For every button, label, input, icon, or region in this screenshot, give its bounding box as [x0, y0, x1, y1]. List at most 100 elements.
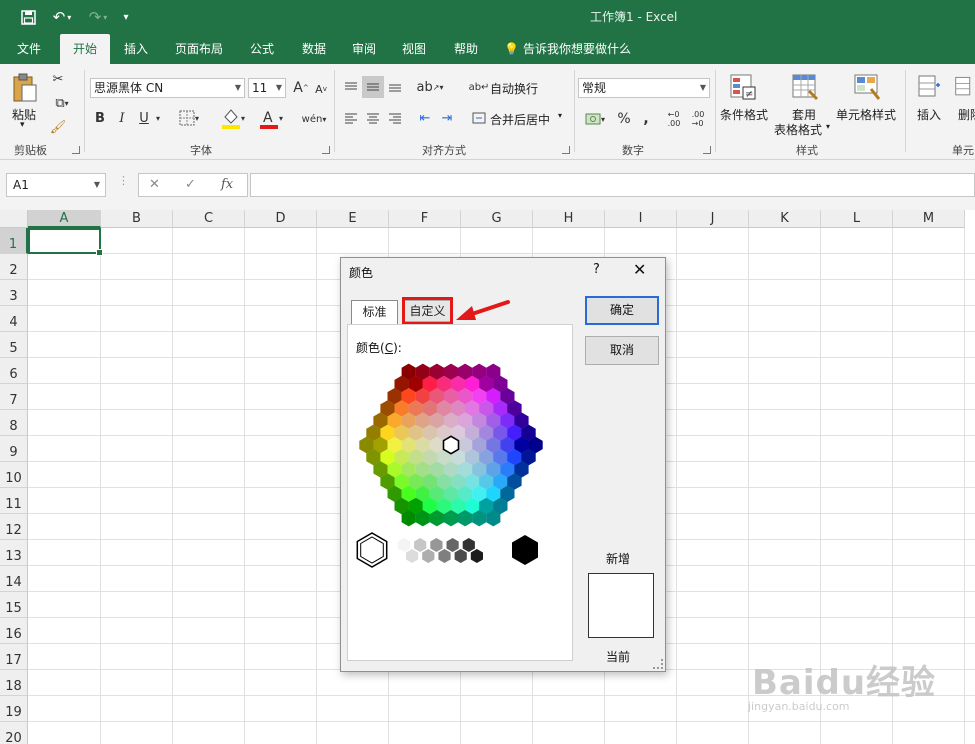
row-header-3[interactable]: 3: [0, 280, 28, 306]
more-icon[interactable]: ⋮: [118, 174, 129, 187]
number-format-combo[interactable]: 常规 ▼: [578, 78, 710, 98]
tab-file[interactable]: 文件: [6, 34, 52, 64]
gray-swatch[interactable]: [446, 538, 459, 552]
gray-swatch[interactable]: [454, 549, 467, 563]
conditional-formatting-icon[interactable]: ≠: [728, 72, 758, 102]
name-box[interactable]: A1 ▼: [6, 173, 106, 197]
column-header-e[interactable]: E: [317, 210, 389, 228]
row-header-9[interactable]: 9: [0, 436, 28, 462]
save-icon[interactable]: [16, 6, 40, 28]
clipboard-launcher-icon[interactable]: [72, 146, 80, 154]
tab-view[interactable]: 视图: [392, 34, 436, 64]
row-header-17[interactable]: 17: [0, 644, 28, 670]
tab-page-layout[interactable]: 页面布局: [166, 34, 232, 64]
comma-button[interactable]: ,: [638, 108, 654, 130]
merge-center-icon[interactable]: [470, 108, 488, 128]
font-name-combo[interactable]: 思源黑体 CN ▼: [90, 78, 245, 98]
insert-function-icon[interactable]: fx: [221, 177, 233, 192]
tab-formulas[interactable]: 公式: [240, 34, 284, 64]
formula-input[interactable]: [250, 173, 975, 197]
white-swatch[interactable]: [356, 532, 388, 568]
row-header-20[interactable]: 20: [0, 722, 28, 744]
column-header-i[interactable]: I: [605, 210, 677, 228]
row-header-7[interactable]: 7: [0, 384, 28, 410]
align-center-icon[interactable]: [362, 108, 384, 128]
percent-button[interactable]: %: [614, 108, 634, 130]
accounting-format-icon[interactable]: ▾: [580, 108, 610, 130]
number-launcher-icon[interactable]: [703, 146, 711, 154]
cancel-entry-icon[interactable]: ✕: [149, 177, 160, 192]
row-header-19[interactable]: 19: [0, 696, 28, 722]
borders-icon[interactable]: ▾: [174, 108, 204, 128]
tell-me-search[interactable]: 💡 告诉我你想要做什么: [504, 34, 631, 64]
gray-swatch[interactable]: [406, 549, 419, 563]
underline-dropdown-icon[interactable]: ▾: [152, 110, 164, 126]
insert-cells-button[interactable]: 插入: [917, 106, 941, 123]
column-header-l[interactable]: L: [821, 210, 893, 228]
align-bottom-icon[interactable]: [384, 76, 406, 98]
orientation-icon[interactable]: ab ↗▾: [414, 76, 446, 98]
increase-font-icon[interactable]: A ^: [292, 78, 310, 98]
italic-button[interactable]: I: [114, 108, 130, 128]
cell-styles-button[interactable]: 单元格样式: [836, 106, 896, 123]
undo-icon[interactable]: ↶ ▾: [48, 6, 76, 28]
row-header-12[interactable]: 12: [0, 514, 28, 540]
gray-swatch[interactable]: [397, 538, 411, 552]
column-header-a[interactable]: A: [28, 210, 101, 228]
format-as-table-icon[interactable]: [790, 72, 820, 102]
delete-cells-button[interactable]: 删除: [958, 106, 975, 123]
selected-cell-a1[interactable]: [28, 228, 103, 256]
decrease-decimal-icon[interactable]: .00 →0: [688, 108, 708, 130]
align-middle-icon[interactable]: [362, 76, 384, 98]
column-header-k[interactable]: K: [749, 210, 821, 228]
increase-indent-icon[interactable]: ⇥: [436, 108, 458, 128]
cell-styles-icon[interactable]: [852, 72, 882, 102]
merge-dropdown-icon[interactable]: ▾: [558, 111, 562, 120]
row-header-2[interactable]: 2: [0, 254, 28, 280]
alignment-launcher-icon[interactable]: [562, 146, 570, 154]
gray-swatch[interactable]: [462, 538, 475, 552]
column-header-j[interactable]: J: [677, 210, 749, 228]
row-header-6[interactable]: 6: [0, 358, 28, 384]
column-header-f[interactable]: F: [389, 210, 461, 228]
format-painter-icon[interactable]: 🖌: [48, 118, 68, 136]
row-header-5[interactable]: 5: [0, 332, 28, 358]
wrap-text-button[interactable]: 自动换行: [490, 80, 538, 97]
color-hexagon-wheel[interactable]: [348, 345, 574, 585]
cancel-button[interactable]: 取消: [585, 336, 659, 365]
gray-swatch[interactable]: [470, 549, 483, 563]
fill-color-icon[interactable]: ▾: [216, 106, 250, 130]
row-header-18[interactable]: 18: [0, 670, 28, 696]
cut-icon[interactable]: ✂: [48, 70, 68, 88]
column-header-c[interactable]: C: [173, 210, 245, 228]
increase-decimal-icon[interactable]: ←0.00: [664, 108, 684, 130]
resize-grip-icon[interactable]: [653, 659, 663, 669]
column-header-m[interactable]: M: [893, 210, 965, 228]
row-header-14[interactable]: 14: [0, 566, 28, 592]
row-header-11[interactable]: 11: [0, 488, 28, 514]
tab-review[interactable]: 审阅: [342, 34, 386, 64]
merge-center-button[interactable]: 合并后居中: [490, 111, 550, 128]
align-left-icon[interactable]: [340, 108, 362, 128]
paste-icon[interactable]: [10, 72, 40, 104]
wrap-text-icon[interactable]: ab↵: [469, 76, 490, 98]
format-as-table-line2[interactable]: 表格格式: [774, 121, 822, 138]
row-header-4[interactable]: 4: [0, 306, 28, 332]
redo-icon[interactable]: ↷ ▾: [84, 6, 112, 28]
row-header-15[interactable]: 15: [0, 592, 28, 618]
select-all-corner[interactable]: [0, 210, 28, 228]
align-right-icon[interactable]: [384, 108, 406, 128]
row-header-10[interactable]: 10: [0, 462, 28, 488]
delete-cells-icon[interactable]: [954, 72, 975, 102]
tab-home[interactable]: 开始: [60, 34, 110, 64]
font-launcher-icon[interactable]: [322, 146, 330, 154]
column-header-b[interactable]: B: [101, 210, 173, 228]
font-color-icon[interactable]: A ▾: [254, 106, 288, 130]
paste-dropdown-icon[interactable]: ▾: [20, 120, 25, 130]
tab-standard[interactable]: 标准: [351, 300, 398, 324]
insert-cells-icon[interactable]: [916, 72, 942, 102]
align-top-icon[interactable]: [340, 76, 362, 98]
column-header-d[interactable]: D: [245, 210, 317, 228]
format-as-table-dropdown-icon[interactable]: ▾: [826, 122, 830, 131]
decrease-font-icon[interactable]: Av: [312, 80, 330, 98]
